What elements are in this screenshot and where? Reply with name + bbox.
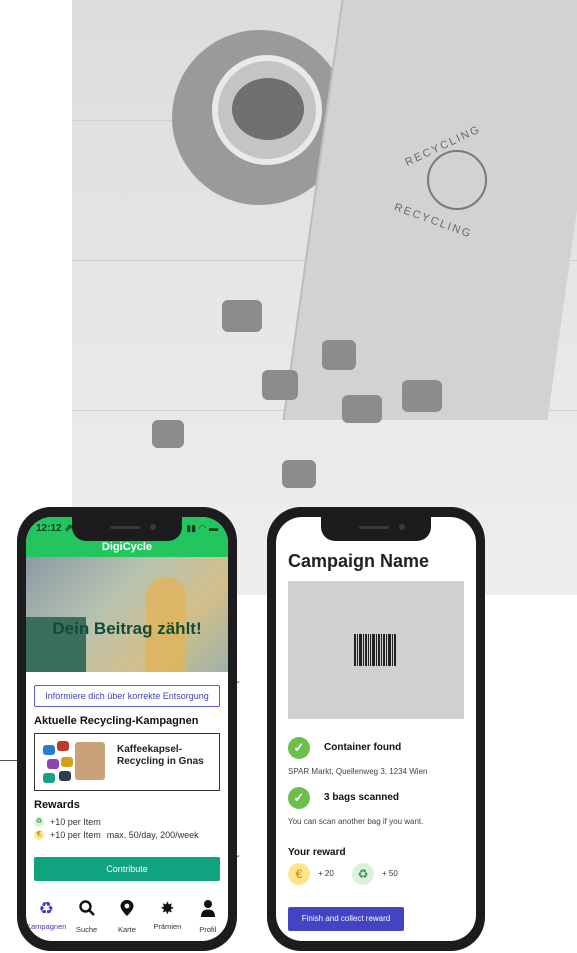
recycle-icon: ♻ xyxy=(38,899,54,918)
campaign-card[interactable]: Kaffeekapsel-Recycling in Gnas xyxy=(34,733,220,791)
rewards-title: Rewards xyxy=(34,799,80,811)
coffee-image xyxy=(232,78,304,140)
status-time: 12:12 ⇗ xyxy=(36,523,73,534)
connector-line xyxy=(0,760,18,761)
nav-label: Suche xyxy=(75,925,98,934)
campaigns-section-title: Aktuelle Recycling-Kampagnen xyxy=(34,715,199,727)
bottom-nav: ♻ Kampagnen Suche Karte ✸ Prämien Profil xyxy=(26,893,228,941)
status-icons: ▮▮ ◠ ▬ xyxy=(186,523,218,533)
search-icon xyxy=(78,899,96,922)
reward-euro-text: +10 per Item xyxy=(50,830,101,840)
hero-banner: Dein Beitrag zählt! xyxy=(26,557,228,672)
phone-notch xyxy=(72,517,182,541)
nav-item-karte[interactable]: Karte xyxy=(108,899,146,934)
campaign-title: Campaign Name xyxy=(288,551,430,571)
capsule-image xyxy=(282,460,316,488)
nav-label: Kampagnen xyxy=(26,922,67,931)
check-icon: ✓ xyxy=(288,787,310,809)
nav-label: Karte xyxy=(118,925,136,934)
check-icon: ✓ xyxy=(288,737,310,759)
capsule-image xyxy=(322,340,356,370)
capsule-image xyxy=(222,300,262,332)
nav-item-suche[interactable]: Suche xyxy=(68,899,106,934)
home-screen: 12:12 ⇗ ▮▮ ◠ ▬ DigiCycle Dein Beitrag zä… xyxy=(26,517,228,941)
capsule-image xyxy=(152,420,184,448)
recycle-icon: ♻ xyxy=(352,863,374,885)
scan-hint-text: You can scan another bag if you want. xyxy=(288,817,424,826)
reward-recycle-value: + 50 xyxy=(382,869,398,878)
capsule-bag-thumbnail xyxy=(75,742,105,780)
capsule-image xyxy=(342,395,382,423)
barcode-icon xyxy=(354,634,398,666)
nav-item-profil[interactable]: Profil xyxy=(189,899,227,934)
phone-campaign-screen: Campaign Name ✓ Container found SPAR Mar… xyxy=(267,507,485,951)
capsule-image xyxy=(402,380,442,412)
campaign-screen: Campaign Name ✓ Container found SPAR Mar… xyxy=(276,517,476,941)
barcode-scanner-view[interactable] xyxy=(288,581,464,719)
euro-icon: € xyxy=(34,830,44,840)
recycle-icon: ♻ xyxy=(34,817,44,827)
euro-icon: € xyxy=(288,863,310,885)
badge-icon: ✸ xyxy=(160,899,175,918)
recycle-logo-icon xyxy=(427,150,487,210)
phone-notch xyxy=(321,517,431,541)
container-found-label: Container found xyxy=(324,742,402,753)
reward-euro-value: + 20 xyxy=(318,869,334,878)
map-pin-icon xyxy=(119,899,135,922)
contribute-button[interactable]: Contribute xyxy=(34,857,220,881)
nav-item-praemien[interactable]: ✸ Prämien xyxy=(148,899,186,931)
nav-label: Profil xyxy=(199,925,217,934)
nav-item-kampagnen[interactable]: ♻ Kampagnen xyxy=(26,899,67,931)
location-text: SPAR Markt, Quellenweg 3, 1234 Wien xyxy=(288,767,428,776)
bags-scanned-label: 3 bags scanned xyxy=(324,792,400,803)
your-reward-title: Your reward xyxy=(288,847,346,858)
reward-row-euro: € +10 per Item max. 50/day, 200/week xyxy=(34,830,199,840)
reward-limit-text: max. 50/day, 200/week xyxy=(106,830,199,840)
phone-home-screen: 12:12 ⇗ ▮▮ ◠ ▬ DigiCycle Dein Beitrag zä… xyxy=(17,507,237,951)
campaign-card-title: Kaffeekapsel-Recycling in Gnas xyxy=(117,744,204,767)
reward-recycle-text: +10 per Item xyxy=(50,817,101,827)
capsule-image xyxy=(262,370,298,400)
disposal-info-button[interactable]: Informiere dich über korrekte Entsorgung xyxy=(34,685,220,707)
finish-collect-reward-button[interactable]: Finish and collect reward xyxy=(288,907,404,931)
nav-label: Prämien xyxy=(153,922,182,931)
app-logo: DigiCycle xyxy=(101,541,153,553)
reward-row-recycle: ♻ +10 per Item xyxy=(34,817,101,827)
background-photo: RECYCLING RECYCLING xyxy=(72,0,577,595)
user-icon xyxy=(200,899,216,922)
hero-title: Dein Beitrag zählt! xyxy=(52,619,202,638)
